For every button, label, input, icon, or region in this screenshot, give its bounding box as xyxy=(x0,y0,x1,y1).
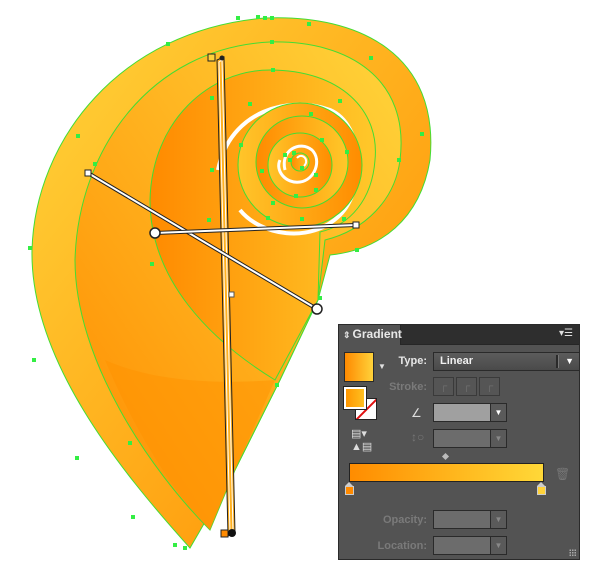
anchor-point[interactable] xyxy=(266,216,270,220)
anchor-point[interactable] xyxy=(300,217,304,221)
anchor-point[interactable] xyxy=(314,173,318,177)
anchor-point[interactable] xyxy=(76,134,80,138)
anchor-point[interactable] xyxy=(210,96,214,100)
anchor-point[interactable] xyxy=(271,68,275,72)
location-field[interactable] xyxy=(433,536,491,555)
location-label: Location: xyxy=(377,540,428,552)
anchor-point[interactable] xyxy=(239,143,243,147)
anchor-point[interactable] xyxy=(270,40,274,44)
anchor-point[interactable] xyxy=(166,42,170,46)
aspect-ratio-field[interactable] xyxy=(433,429,491,448)
anchor-point[interactable] xyxy=(248,102,252,106)
stop-color xyxy=(345,486,354,495)
anchor-point[interactable] xyxy=(128,441,132,445)
anchor-point[interactable] xyxy=(369,56,373,60)
panel-title: Gradient xyxy=(352,327,402,341)
angle-dropdown[interactable]: ▼ xyxy=(490,403,507,422)
annotator-end-stop xyxy=(220,529,229,538)
updown-arrows-icon[interactable]: ⇕ xyxy=(343,330,351,340)
anchor-point[interactable] xyxy=(183,546,187,550)
stroke-along-button[interactable]: ┌ xyxy=(456,377,477,396)
anchor-point[interactable] xyxy=(292,151,296,155)
reverse-gradient-icon[interactable]: ▤▾ ▲▤ xyxy=(351,427,372,453)
fill-stroke-selector[interactable] xyxy=(343,386,378,421)
anchor-point[interactable] xyxy=(320,138,324,142)
anchor-point[interactable] xyxy=(93,162,97,166)
gradient-panel: ⇕ Gradient ▾☰ ▼ ▤▾ ▲▤ Type: Linear ▼ Stroke… xyxy=(338,324,580,560)
tab-gradient[interactable]: ⇕ Gradient xyxy=(339,325,402,345)
anchor-point[interactable] xyxy=(150,262,154,266)
angle-icon: ∠ xyxy=(411,406,422,420)
opacity-field[interactable] xyxy=(433,510,491,529)
aspect-ratio-dropdown[interactable]: ▼ xyxy=(490,429,507,448)
resize-grip[interactable] xyxy=(569,549,577,557)
chevron-down-icon: ▼ xyxy=(565,356,574,366)
anchor-point[interactable] xyxy=(275,383,279,387)
stroke-across-button[interactable]: ┌ xyxy=(479,377,500,396)
annotator-end xyxy=(228,529,236,537)
anchor-point[interactable] xyxy=(32,358,36,362)
anchor-point[interactable] xyxy=(345,150,349,154)
opacity-dropdown[interactable]: ▼ xyxy=(490,510,507,529)
anchor-point[interactable] xyxy=(300,166,304,170)
anchor-point[interactable] xyxy=(271,201,275,205)
gradient-slider[interactable] xyxy=(349,463,544,482)
anchor-point[interactable] xyxy=(260,169,264,173)
anchor-point[interactable] xyxy=(307,22,311,26)
panel-menu-icon[interactable]: ▾☰ xyxy=(559,328,573,340)
anchor-point[interactable] xyxy=(75,456,79,460)
stroke-label: Stroke: xyxy=(389,381,427,393)
anchor-point[interactable] xyxy=(236,16,240,20)
anchor-point[interactable] xyxy=(131,515,135,519)
anchor-point[interactable] xyxy=(210,168,214,172)
panel-header: ⇕ Gradient ▾☰ xyxy=(339,325,579,345)
aspect-ratio-icon: ↕○ xyxy=(411,430,425,444)
location-dropdown[interactable]: ▼ xyxy=(490,536,507,555)
anchor-point[interactable] xyxy=(173,543,177,547)
anchor-point[interactable] xyxy=(294,194,298,198)
anchor-point[interactable] xyxy=(283,153,287,157)
anchor-point[interactable] xyxy=(397,158,401,162)
stroke-within-button[interactable]: ┌ xyxy=(433,377,454,396)
anchor-point[interactable] xyxy=(318,296,322,300)
annotator-midpoint xyxy=(228,291,235,298)
anchor-point[interactable] xyxy=(420,132,424,136)
gradient-midpoint-handle[interactable] xyxy=(441,452,450,461)
angle-field[interactable] xyxy=(433,403,491,422)
trash-icon[interactable]: 🗑 xyxy=(555,467,570,481)
type-value: Linear xyxy=(440,355,474,367)
anchor-point[interactable] xyxy=(309,112,313,116)
anchor-point[interactable] xyxy=(207,218,211,222)
anchor-point[interactable] xyxy=(338,99,342,103)
anchor-point[interactable] xyxy=(263,16,267,20)
annotator-start-stop xyxy=(207,53,216,62)
fill-swatch[interactable] xyxy=(343,386,367,410)
gradient-stop-end[interactable] xyxy=(537,482,546,495)
anchor-point[interactable] xyxy=(256,15,260,19)
annotator-origin xyxy=(219,55,225,61)
gradient-swatch[interactable] xyxy=(344,352,374,382)
anchor-point[interactable] xyxy=(355,248,359,252)
anchor-point[interactable] xyxy=(342,217,346,221)
anchor-point[interactable] xyxy=(314,188,318,192)
type-select[interactable]: Linear ▼ xyxy=(433,352,580,371)
gradient-stop-start[interactable] xyxy=(345,482,354,495)
stop-color xyxy=(537,486,546,495)
opacity-label: Opacity: xyxy=(382,514,427,526)
type-label: Type: xyxy=(398,355,427,367)
select-separator xyxy=(556,355,559,368)
anchor-point[interactable] xyxy=(288,158,292,162)
anchor-point[interactable] xyxy=(270,16,274,20)
chevron-down-icon[interactable]: ▼ xyxy=(378,362,386,371)
anchor-point[interactable] xyxy=(28,246,32,250)
